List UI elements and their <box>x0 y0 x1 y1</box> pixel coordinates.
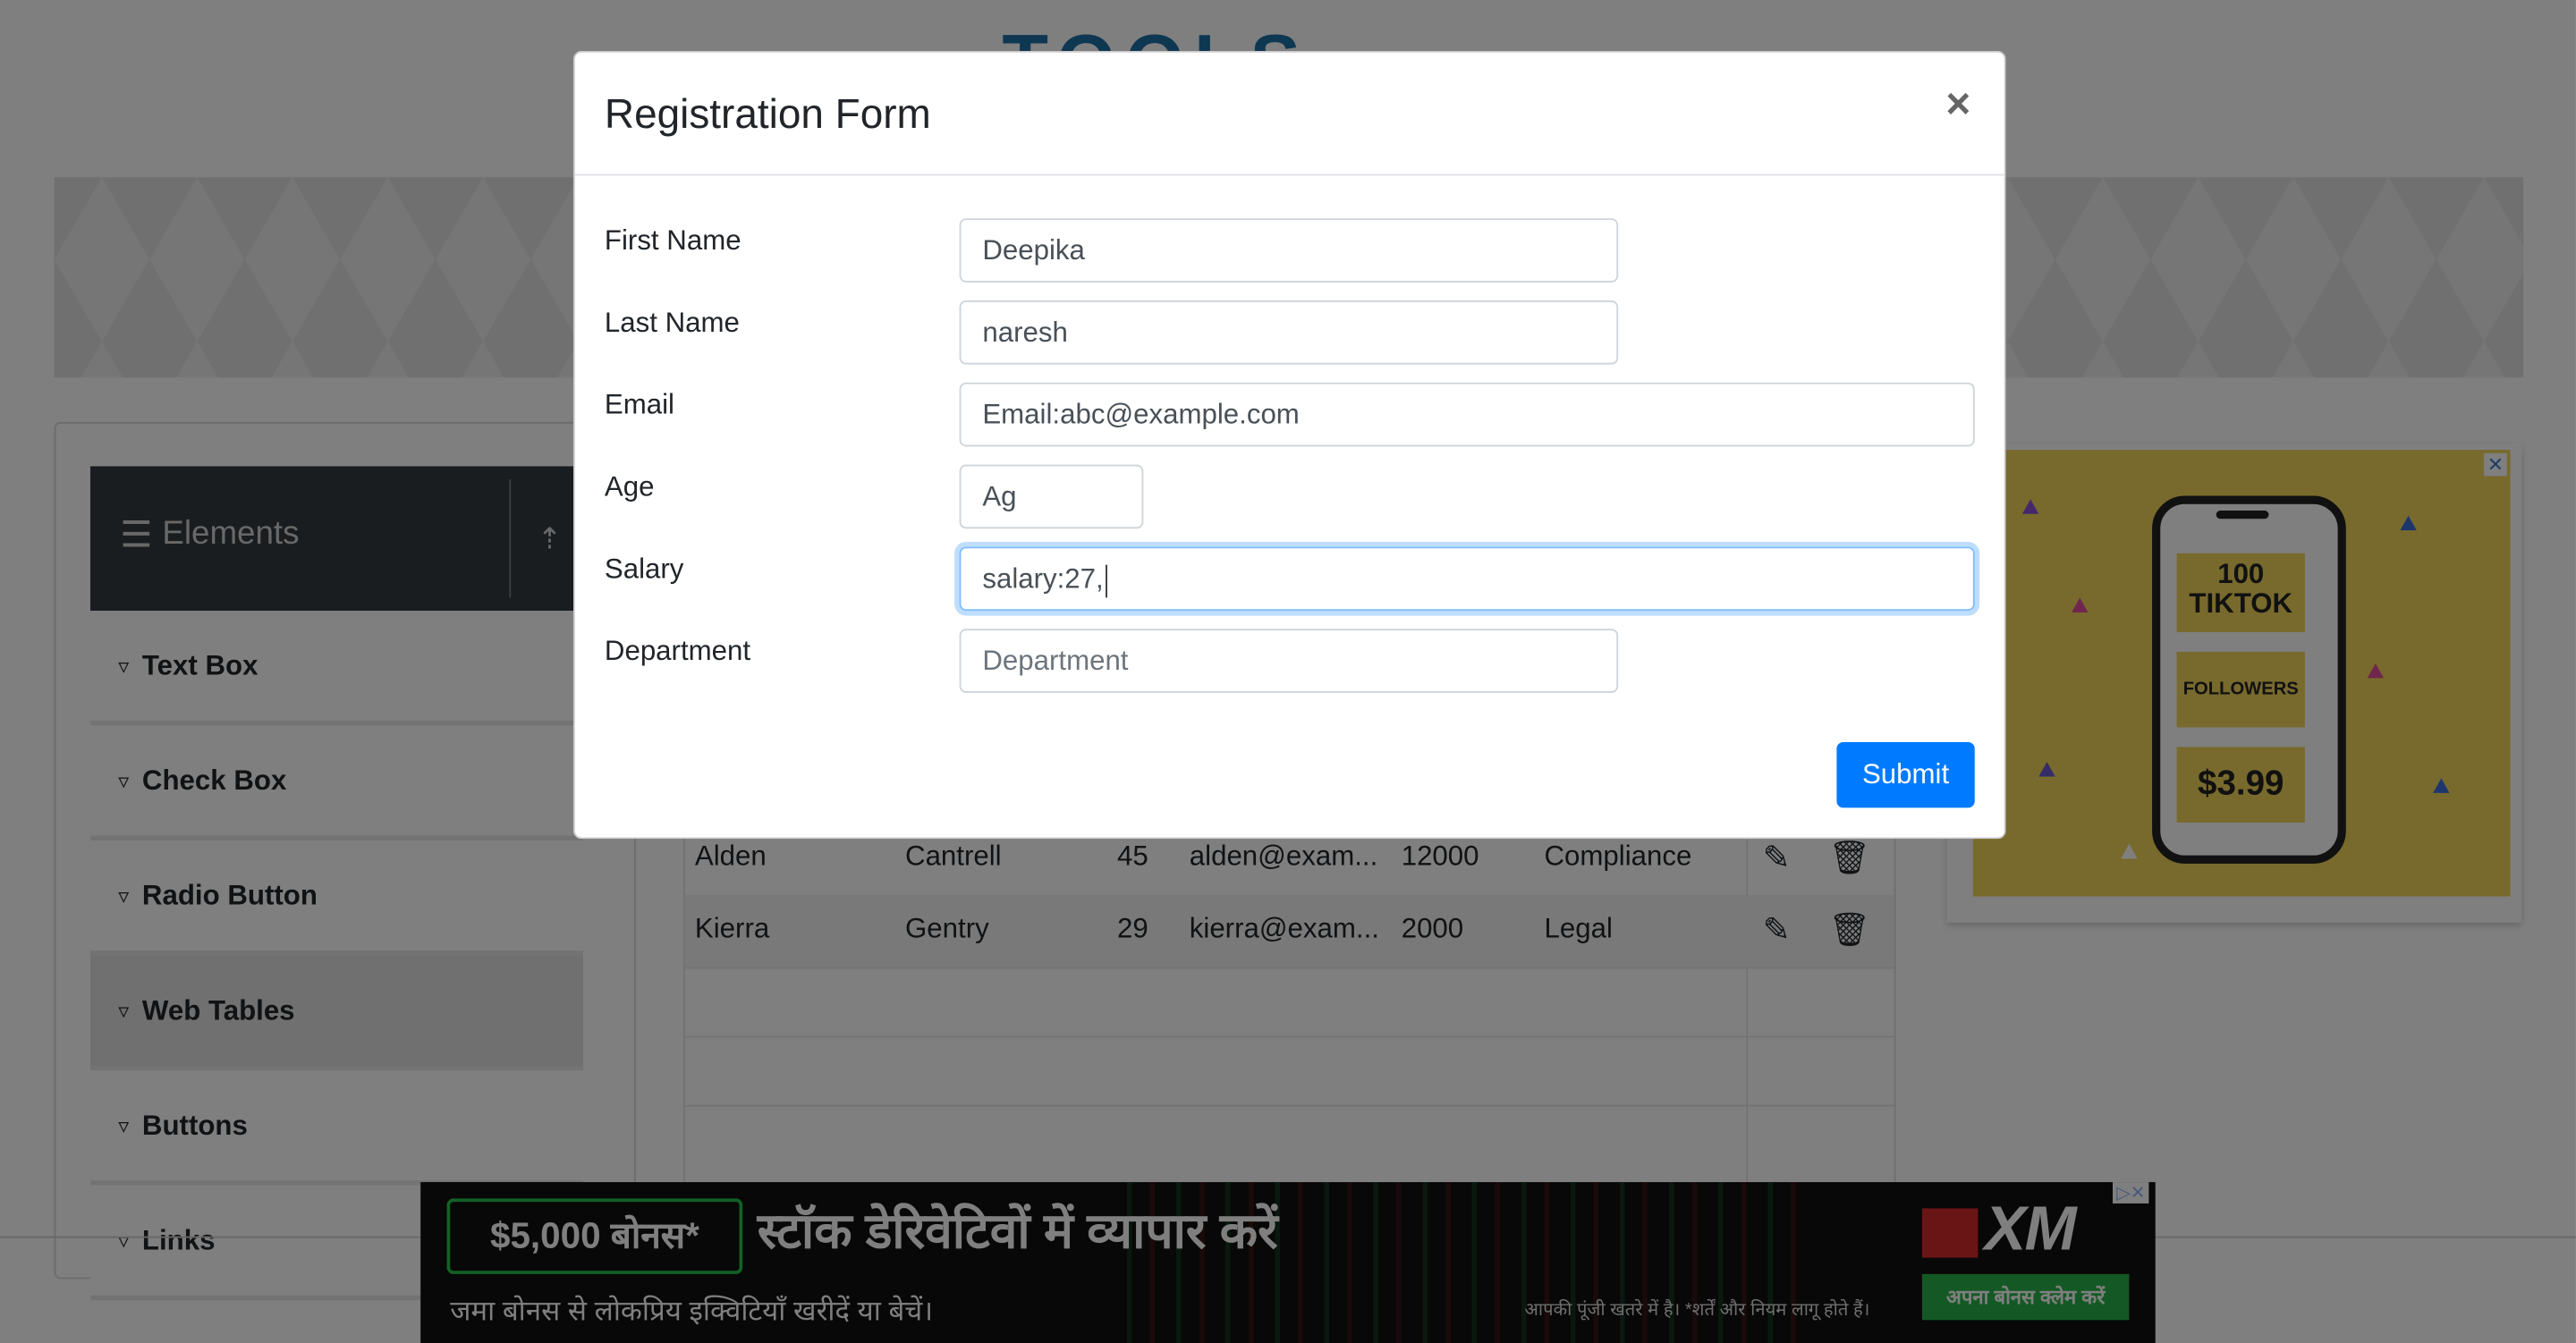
text-cursor <box>1105 563 1107 597</box>
page: TOOLS ☰ Elements ⇡ ▿ Text Box ▿ Check Bo… <box>0 0 2576 1343</box>
submit-button[interactable]: Submit <box>1836 741 1975 808</box>
salary-input[interactable]: salary:27, <box>959 546 1975 612</box>
modal-header: Registration Form × <box>574 53 2004 176</box>
department-input[interactable]: Department <box>959 629 1619 693</box>
age-label: Age <box>604 470 655 503</box>
email-input[interactable]: Email:abc@example.com <box>959 382 1975 447</box>
email-label: Email <box>604 389 674 421</box>
last-name-label: Last Name <box>604 307 740 339</box>
first-name-label: First Name <box>604 224 741 257</box>
registration-modal: Registration Form × First Name Deepika L… <box>573 50 2006 840</box>
first-name-input[interactable]: Deepika <box>959 218 1619 283</box>
last-name-input[interactable]: naresh <box>959 300 1619 365</box>
salary-label: Salary <box>604 553 684 585</box>
department-label: Department <box>604 635 751 667</box>
modal-title: Registration Form <box>604 91 931 139</box>
salary-value: salary:27, <box>982 562 1104 595</box>
age-input[interactable]: Ag <box>959 464 1144 529</box>
close-icon[interactable]: × <box>1938 79 1978 128</box>
